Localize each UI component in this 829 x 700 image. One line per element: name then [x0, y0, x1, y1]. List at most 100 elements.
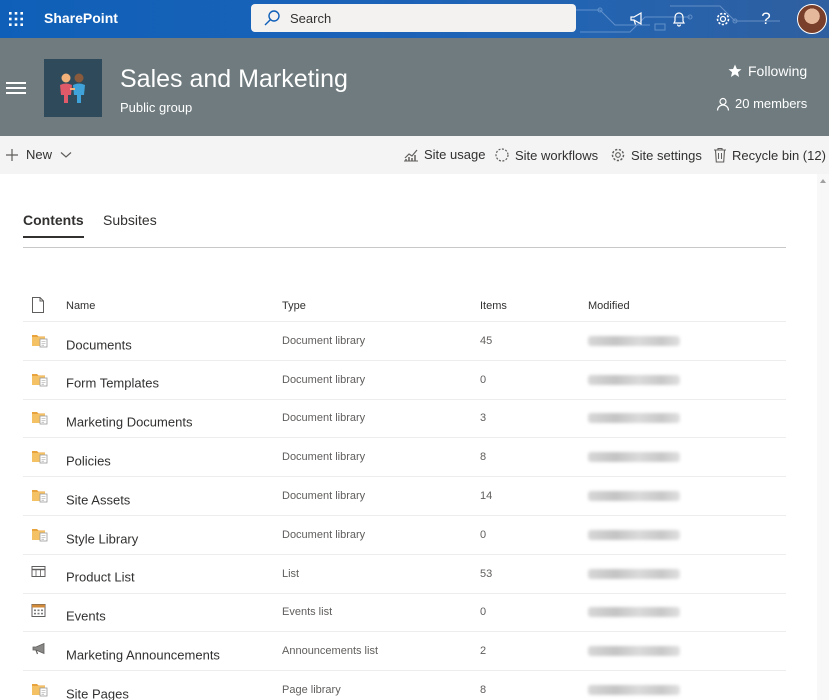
site-logo[interactable]	[44, 59, 102, 117]
file-type-icon[interactable]	[31, 296, 49, 315]
row-type: Announcements list	[282, 645, 378, 658]
person-icon	[716, 97, 730, 111]
people-logo-icon	[60, 73, 85, 103]
avatar[interactable]	[797, 4, 827, 34]
row-type: Page library	[282, 684, 341, 697]
row-name-link[interactable]: Form Templates	[66, 376, 159, 391]
row-name-link[interactable]: Events	[66, 609, 106, 624]
row-name-link[interactable]: Site Pages	[66, 686, 129, 700]
row-name-link[interactable]: Marketing Announcements	[66, 648, 220, 663]
announcement-button[interactable]	[620, 0, 654, 38]
row-items: 0	[480, 528, 487, 541]
column-header-name[interactable]: Name	[66, 300, 95, 312]
members-label: 20 members	[735, 96, 808, 111]
site-subtitle: Public group	[120, 100, 193, 115]
table-row[interactable]: Site Assets Document library 14	[23, 477, 786, 516]
row-name-link[interactable]: Site Assets	[66, 492, 130, 507]
row-type: Document library	[282, 528, 366, 541]
row-type: Document library	[282, 334, 366, 347]
document-library-icon	[31, 332, 49, 350]
help-button[interactable]: ?	[749, 0, 783, 38]
table-row[interactable]: Events Events list 0	[23, 594, 786, 633]
table-row[interactable]: Documents Document library 45	[23, 322, 786, 361]
table-row[interactable]: Policies Document library 8	[23, 438, 786, 478]
table-row[interactable]: Product List List 53	[23, 555, 786, 594]
column-header-items[interactable]: Items	[480, 300, 507, 312]
settings-button[interactable]	[706, 0, 740, 38]
row-name-link[interactable]: Documents	[66, 337, 132, 352]
row-type: Document library	[282, 412, 366, 425]
row-name-link[interactable]: Policies	[66, 454, 111, 469]
column-header-type[interactable]: Type	[282, 300, 306, 312]
app-launcher-button[interactable]	[0, 0, 32, 38]
new-label: New	[26, 147, 53, 162]
table-header: Name Type Items Modified	[23, 290, 786, 322]
search-placeholder: Search	[290, 11, 332, 26]
following-button[interactable]: Following	[728, 63, 807, 79]
site-workflows-label: Site workflows	[515, 147, 599, 163]
document-library-icon	[31, 409, 49, 427]
help-icon: ?	[761, 9, 771, 28]
recycle-bin-button[interactable]: Recycle bin (12)	[713, 147, 826, 163]
calendar-icon	[31, 603, 49, 621]
table-row[interactable]: Site Pages Page library 8	[23, 671, 786, 700]
suite-bar: SharePoint Search ?	[0, 0, 829, 38]
row-items: 8	[480, 451, 487, 464]
site-title[interactable]: Sales and Marketing	[120, 65, 348, 94]
row-modified-blurred	[588, 374, 680, 385]
site-usage-button[interactable]: Site usage	[403, 147, 485, 162]
row-items: 0	[480, 373, 487, 386]
row-modified-blurred	[588, 413, 680, 424]
search-box[interactable]: Search	[251, 4, 576, 32]
star-icon	[728, 64, 742, 77]
row-modified-blurred	[588, 529, 680, 540]
row-name-link[interactable]: Style Library	[66, 531, 138, 546]
waffle-icon	[9, 12, 23, 26]
row-name-link[interactable]: Marketing Documents	[66, 415, 192, 430]
site-settings-button[interactable]: Site settings	[610, 147, 702, 163]
site-usage-label: Site usage	[424, 147, 486, 162]
document-library-icon	[31, 448, 49, 466]
table-row[interactable]: Marketing Documents Document library 3	[23, 400, 786, 439]
row-modified-blurred	[588, 491, 680, 502]
row-type: Document library	[282, 373, 366, 386]
row-name-link[interactable]: Product List	[66, 570, 135, 585]
scroll-up-arrow-icon[interactable]	[820, 179, 826, 183]
gear-icon	[611, 148, 625, 162]
row-modified-blurred	[588, 646, 680, 657]
tab-subsites[interactable]: Subsites	[103, 212, 157, 228]
search-icon	[264, 10, 280, 26]
document-library-icon	[31, 487, 49, 505]
table-row[interactable]: Marketing Announcements Announcements lis…	[23, 632, 786, 672]
sharepoint-brand-link[interactable]: SharePoint	[44, 10, 118, 26]
site-workflows-button[interactable]: Site workflows	[494, 147, 598, 163]
command-bar: New Site usage Site workflows Site setti…	[0, 136, 829, 174]
row-modified-blurred	[588, 452, 680, 463]
trash-icon	[714, 147, 726, 163]
row-items: 45	[480, 334, 493, 347]
members-button[interactable]: 20 members	[716, 96, 807, 111]
hamburger-icon	[6, 82, 26, 84]
site-settings-label: Site settings	[631, 147, 702, 163]
notifications-button[interactable]	[662, 0, 696, 38]
site-contents-table: Name Type Items Modified Documents Docume…	[23, 290, 786, 700]
hamburger-menu-button[interactable]	[6, 82, 26, 94]
table-row[interactable]: Form Templates Document library 0	[23, 361, 786, 400]
new-button[interactable]: New	[5, 147, 72, 162]
chevron-down-icon	[60, 151, 72, 158]
bell-icon	[673, 12, 685, 27]
column-header-modified[interactable]: Modified	[588, 300, 630, 312]
row-items: 2	[480, 645, 487, 658]
row-type: Document library	[282, 451, 366, 464]
row-type: Events list	[282, 606, 333, 619]
row-modified-blurred	[588, 568, 680, 579]
vertical-scrollbar[interactable]	[817, 174, 829, 700]
following-label: Following	[748, 63, 808, 79]
table-row[interactable]: Style Library Document library 0	[23, 516, 786, 555]
row-type: Document library	[282, 490, 366, 503]
workflow-icon	[495, 148, 509, 162]
plus-icon	[6, 148, 18, 161]
document-library-icon	[31, 526, 49, 544]
tab-contents[interactable]: Contents	[23, 212, 84, 238]
row-modified-blurred	[588, 685, 680, 696]
